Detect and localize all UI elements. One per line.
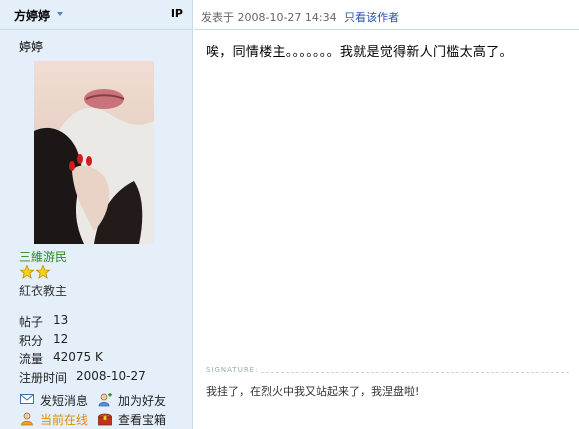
add-user-icon	[98, 393, 112, 407]
stat-posts: 帖子 13	[19, 313, 68, 330]
signature-label: SIGNATURE:	[206, 366, 262, 374]
online-user-icon	[21, 412, 33, 426]
stat-label: 帖子	[19, 315, 44, 329]
username[interactable]: 方婷婷	[14, 7, 50, 24]
stat-label: 积分	[19, 334, 44, 348]
stat-value: 42075 K	[53, 350, 103, 364]
add-friend-label: 加为好友	[118, 394, 167, 408]
user-title: 紅衣教主	[19, 284, 68, 298]
only-author-link[interactable]: 只看该作者	[344, 11, 399, 24]
post-content: 唉，同情楼主。。。。。。。我就是觉得新人门槛太高了。	[206, 45, 513, 60]
avatar-image	[34, 61, 154, 244]
envelope-icon	[20, 394, 34, 404]
posted-at-label: 发表于	[201, 11, 234, 24]
signature-text: 我挂了，在烈火中我又站起来了，我涅盘啦!	[206, 385, 420, 398]
stat-value: 2008-10-27	[76, 369, 146, 383]
rank-stars	[19, 264, 52, 282]
view-treasure-label: 查看宝箱	[118, 413, 167, 427]
chevron-down-icon[interactable]	[57, 12, 63, 16]
online-status-label: 当前在线	[40, 413, 89, 427]
forum-post: 方婷婷 IP 婷婷 三維游民 紅衣教主 帖子 13 积分 12 流量 42075…	[0, 0, 579, 429]
post-meta: 发表于 2008-10-27 14:34 只看该作者	[201, 9, 399, 25]
post-header: 发表于 2008-10-27 14:34 只看该作者	[194, 0, 579, 30]
user-nickname: 婷婷	[19, 40, 44, 54]
user-rank: 三維游民	[19, 250, 68, 264]
star-icon	[19, 264, 51, 279]
send-message-label: 发短消息	[40, 394, 89, 408]
post-datetime: 2008-10-27 14:34	[237, 11, 337, 24]
stat-label: 注册时间	[19, 371, 68, 385]
user-panel: 方婷婷 IP 婷婷 三維游民 紅衣教主 帖子 13 积分 12 流量 42075…	[0, 0, 193, 429]
stat-value: 13	[53, 313, 69, 327]
stat-label: 流量	[19, 352, 44, 366]
stat-traffic: 流量 42075 K	[19, 350, 103, 367]
ip-label[interactable]: IP	[171, 7, 183, 20]
user-panel-header: 方婷婷 IP	[0, 0, 193, 30]
stat-value: 12	[53, 332, 69, 346]
stat-points: 积分 12	[19, 332, 68, 349]
treasure-chest-icon	[98, 413, 112, 426]
post-body: 发表于 2008-10-27 14:34 只看该作者 唉，同情楼主。。。。。。。…	[194, 0, 579, 429]
stat-register-date: 注册时间 2008-10-27	[19, 369, 146, 386]
avatar[interactable]	[34, 61, 154, 244]
